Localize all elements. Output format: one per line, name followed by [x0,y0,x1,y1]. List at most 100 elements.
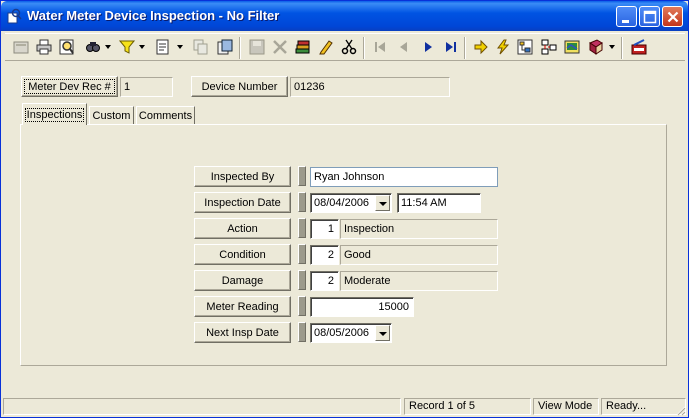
window-title: Water Meter Device Inspection - No Filte… [27,8,280,23]
previous-record-button[interactable] [394,37,414,57]
jump-icon [474,39,488,55]
inspection-date-select[interactable]: 08/04/2006 [310,193,392,213]
inspection-time-field[interactable]: 11:54 AM [397,193,481,213]
tab-inspections-label: Inspections [24,107,85,122]
maximize-button[interactable] [639,6,660,27]
minimize-icon [622,20,629,23]
find-button[interactable] [83,37,103,57]
toolbar-separator [621,37,623,59]
close-icon [667,11,679,23]
new-record-icon [13,41,29,54]
title-bar[interactable]: Water Meter Device Inspection - No Filte… [1,1,688,31]
print-icon [36,39,52,55]
tab-custom[interactable]: Custom [89,106,134,125]
tree-icon [517,39,533,55]
maximize-icon [643,10,657,24]
first-record-button[interactable] [370,37,390,57]
lightning-button[interactable] [493,37,513,57]
close-button[interactable] [662,6,683,27]
meter-reading-field[interactable]: 15000 [310,297,414,317]
book-button[interactable] [586,37,606,57]
damage-desc-field: Moderate [340,271,498,291]
jump-button[interactable] [471,37,491,57]
row-marker [298,166,306,186]
next-insp-date-label[interactable]: Next Insp Date [194,322,291,343]
find-icon [86,42,100,52]
hierarchy-button[interactable] [539,37,559,57]
status-record: Record 1 of 5 [404,398,531,415]
copy-button[interactable] [191,37,211,57]
first-record-icon [375,42,385,52]
row-marker [298,296,306,316]
last-record-button[interactable] [441,37,461,57]
meter-reading-label[interactable]: Meter Reading [194,296,291,317]
meter-dev-rec-button[interactable]: Meter Dev Rec # [21,76,118,97]
meter-dev-rec-field: 1 [120,77,173,97]
next-record-button[interactable] [418,37,438,57]
row-marker [298,270,306,290]
status-bar: Record 1 of 5 View Mode Ready... [3,398,686,416]
app-window: Water Meter Device Inspection - No Filte… [0,0,689,418]
tree-button[interactable] [515,37,535,57]
new-record-button[interactable] [11,37,31,57]
toolbar-separator [239,37,241,59]
condition-label[interactable]: Condition [194,244,291,265]
condition-code-field[interactable]: 2 [310,245,339,265]
paste-icon [217,39,233,55]
damage-label[interactable]: Damage [194,270,291,291]
print-preview-button[interactable] [57,37,77,57]
device-number-field: 01236 [290,77,450,97]
report-dropdown-icon[interactable] [177,44,184,50]
row-marker [298,192,306,212]
print-button[interactable] [34,37,54,57]
book-dropdown-icon[interactable] [609,44,616,50]
filter-button[interactable] [117,37,137,57]
status-blank [3,398,401,415]
exit-button[interactable] [629,37,649,57]
filter-icon [119,40,135,54]
edit-icon [319,40,333,55]
save-button[interactable] [247,37,267,57]
next-insp-date-value: 08/05/2006 [314,327,370,339]
lightning-icon [497,39,510,55]
filter-dropdown-icon[interactable] [139,44,146,50]
edit-button[interactable] [316,37,336,57]
cut-button[interactable] [339,37,359,57]
action-code-field[interactable]: 1 [310,219,339,239]
cut-icon [341,39,357,55]
damage-code-field[interactable]: 2 [310,271,339,291]
inspection-date-label[interactable]: Inspection Date [194,192,291,213]
minimize-button[interactable] [616,6,637,27]
save-icon [249,39,265,55]
next-record-icon [425,42,432,52]
copy-icon [193,39,208,55]
stack-button[interactable] [293,37,313,57]
row-marker [298,244,306,264]
tab-inspections[interactable]: Inspections [22,103,87,125]
paste-button[interactable] [215,37,235,57]
inspected-by-label[interactable]: Inspected By [194,166,291,187]
next-insp-date-select[interactable]: 08/05/2006 [310,323,392,343]
previous-record-icon [400,42,407,52]
report-button[interactable] [153,37,173,57]
inspection-date-value: 08/04/2006 [314,197,370,209]
action-label[interactable]: Action [194,218,291,239]
tab-comments[interactable]: Comments [136,106,195,125]
delete-icon [273,40,287,54]
chevron-down-icon[interactable] [375,325,390,341]
toolbar [5,33,685,61]
resize-grip-icon[interactable] [674,404,686,416]
hierarchy-icon [541,39,557,55]
toolbar-separator [464,37,466,59]
device-number-button[interactable]: Device Number [191,76,288,97]
exit-icon [631,39,647,55]
inspected-by-field[interactable]: Ryan Johnson [310,167,498,187]
stack-icon [295,40,310,54]
delete-button[interactable] [270,37,290,57]
toolbar-separator [363,37,365,59]
row-marker [298,322,306,342]
last-record-icon [446,42,456,52]
chevron-down-icon[interactable] [375,195,390,211]
find-dropdown-icon[interactable] [105,44,112,50]
map-button[interactable] [562,37,582,57]
